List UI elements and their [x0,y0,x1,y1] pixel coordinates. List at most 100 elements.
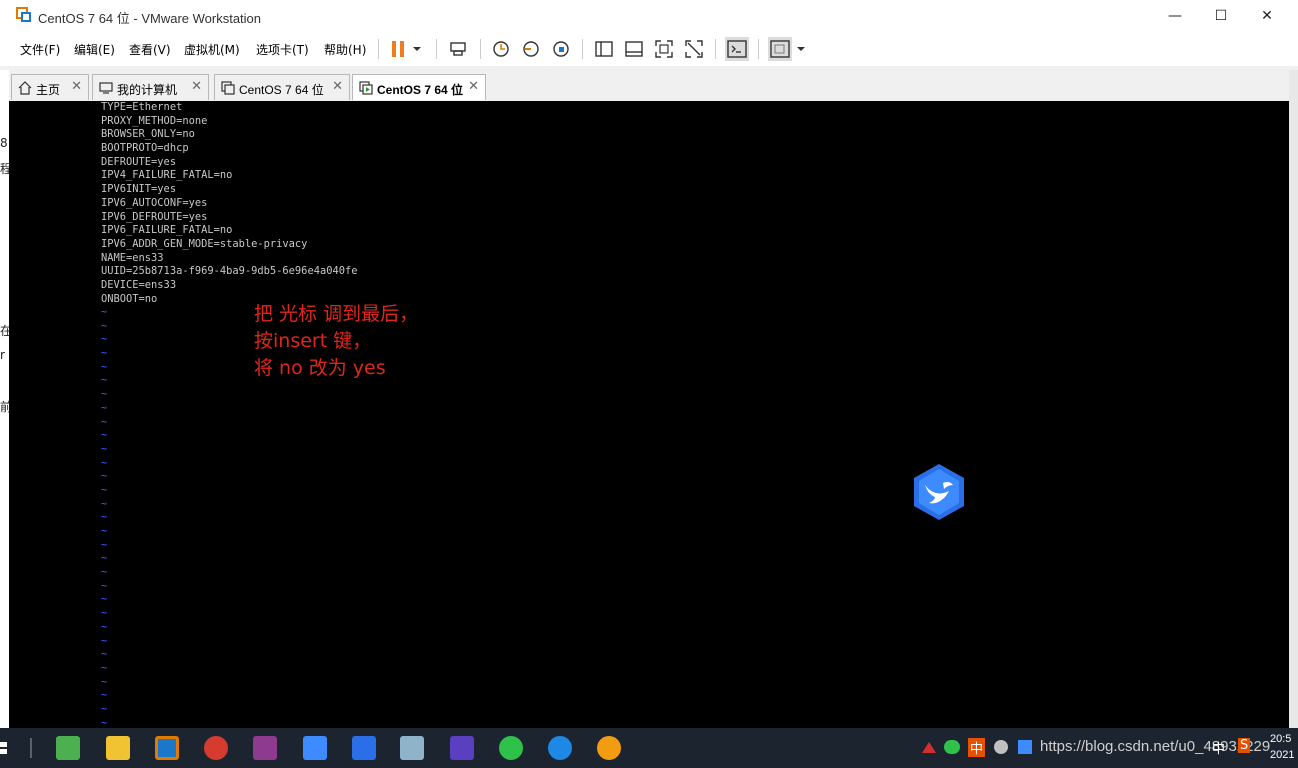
vim-tilde-line: ~ [101,702,108,715]
notepad-app-icon[interactable] [56,736,80,760]
vim-tilde-line: ~ [101,442,108,455]
tab-close-icon[interactable]: ✕ [191,79,202,94]
vm-icon [221,81,235,95]
thumbnail-view-icon[interactable] [624,39,644,59]
toolbar-separator [758,39,759,59]
vm-running-icon [359,81,373,95]
photos-app-icon[interactable] [450,736,474,760]
home-icon [18,81,32,95]
annotation-line: 按insert 键， [254,330,372,352]
file-explorer-icon[interactable] [106,736,130,760]
tray-feishu-icon[interactable] [1018,740,1032,754]
vim-tilde-line: ~ [101,566,108,579]
windows-start-icon[interactable] [0,740,10,756]
tray-app-icon[interactable] [994,740,1008,754]
library-view-icon[interactable] [594,39,614,59]
system-clock[interactable]: 20:5 2021 [1270,731,1294,763]
vim-tilde-line: ~ [101,620,108,633]
stretch-guest-icon[interactable] [768,37,792,61]
snapshot-manager-icon[interactable] [551,39,571,59]
edge-browser-icon[interactable] [548,736,572,760]
vmware-taskbar-icon[interactable] [155,736,179,760]
vim-tilde-line: ~ [101,306,108,318]
tab-close-icon[interactable]: ✕ [332,79,343,94]
tray-wechat-icon[interactable] [944,740,960,754]
minimize-button[interactable]: — [1152,0,1198,32]
menu-bar: 文件(F) 编辑(E) 查看(V) 虚拟机(M) 选项卡(T) 帮助(H) [0,32,1298,66]
vmware-app-icon [16,7,31,22]
chevron-down-icon[interactable] [411,39,423,59]
windows-taskbar: 中 https://blog.csdn.net/u0_48932229 中 S … [0,728,1298,768]
tab-home[interactable]: 主页 ✕ [11,74,89,100]
vim-tilde-line: ~ [101,483,108,496]
snapshot-icon[interactable] [491,39,511,59]
vim-tilde-line: ~ [101,497,108,510]
menu-view[interactable]: 查看(V) [129,41,171,58]
feishu-bird-icon[interactable] [913,463,965,521]
tab-label: CentOS 7 64 位 [377,83,464,97]
vim-tilde-line: ~ [101,319,108,332]
terminal-line: UUID=25b8713a-f969-4ba9-9db5-6e96e4a040f… [101,265,358,278]
background-text: r [0,348,5,362]
window-title: CentOS 7 64 位 - VMware Workstation [38,11,262,26]
vm-console[interactable]: TYPE=Ethernet PROXY_METHOD=none BROWSER_… [9,101,1289,728]
vscode-like-icon[interactable] [352,736,376,760]
terminal-line: TYPE=Ethernet [101,101,183,113]
vim-tilde-line: ~ [101,675,108,688]
vim-tilde-line: ~ [101,388,108,401]
vim-tilde-line: ~ [101,593,108,606]
send-ctrl-alt-del-icon[interactable] [448,39,468,59]
menu-file[interactable]: 文件(F) [20,41,60,58]
maximize-button[interactable]: ☐ [1198,0,1244,32]
menu-help[interactable]: 帮助(H) [324,41,366,58]
terminal-line: NAME=ens33 [101,251,164,264]
vim-tilde-line: ~ [101,456,108,469]
vim-tilde-line: ~ [101,634,108,647]
tab-centos-1[interactable]: CentOS 7 64 位 ✕ [214,74,350,100]
vim-tilde-line: ~ [101,415,108,428]
console-view-icon[interactable] [725,37,749,61]
vim-tilde-line: ~ [101,538,108,551]
chevron-down-icon[interactable] [795,39,807,59]
feishu-taskbar-icon[interactable] [303,736,327,760]
vim-tilde-line: ~ [101,347,108,360]
taskbar-divider [30,738,32,758]
netease-music-icon[interactable] [204,736,228,760]
tab-my-computer[interactable]: 我的计算机 ✕ [92,74,209,100]
tray-triangle-icon[interactable] [921,740,937,754]
vim-tilde-line: ~ [101,333,108,346]
revert-snapshot-icon[interactable] [521,39,541,59]
unity-icon[interactable] [684,39,704,59]
clock-time: 20:5 [1270,733,1292,745]
annotation-line: 把 光标 调到最后， [254,303,419,325]
tab-close-icon[interactable]: ✕ [71,79,82,94]
full-screen-icon[interactable] [654,39,674,59]
vim-tilde-line: ~ [101,525,108,537]
vim-tilde-line: ~ [101,689,108,702]
winrar-icon[interactable] [253,736,277,760]
tray-sogou-icon[interactable]: S [1238,738,1251,753]
terminal-line: IPV6INIT=yes [101,183,177,196]
menu-tabs[interactable]: 选项卡(T) [256,41,309,58]
menu-vm[interactable]: 虚拟机(M) [184,41,240,58]
terminal-line: BROWSER_ONLY=no [101,128,195,141]
annotation-line: 将 no 改为 yes [254,357,386,379]
background-window-edge [1289,70,1298,728]
menu-edit[interactable]: 编辑(E) [74,41,115,58]
vim-empty-lines: ~ ~ ~ ~ ~ ~ ~ ~ ~ ~ ~ ~ ~ ~ ~ ~ ~ ~ ~ ~ ~ ~ ~ ~ ~ ~ ~ ~ ~ ~ ~ [101,306,107,728]
tab-label: 主页 [36,83,61,97]
close-button[interactable]: ✕ [1244,0,1290,32]
tray-ime-icon[interactable]: 中 [968,738,986,757]
toolbar-separator [480,39,481,59]
wechat-icon[interactable] [499,736,523,760]
pause-icon[interactable] [388,39,408,59]
uc-browser-icon[interactable] [597,736,621,760]
tab-centos-2[interactable]: CentOS 7 64 位 ✕ [352,74,486,100]
background-text: 8 [0,136,8,150]
notes-app-icon[interactable] [400,736,424,760]
tab-close-icon[interactable]: ✕ [468,79,479,94]
vim-tilde-line: ~ [101,648,108,661]
terminal-line: BOOTPROTO=dhcp [101,142,189,155]
tray-ime-mode[interactable]: 中 [1212,738,1225,757]
toolbar-separator [582,39,583,59]
